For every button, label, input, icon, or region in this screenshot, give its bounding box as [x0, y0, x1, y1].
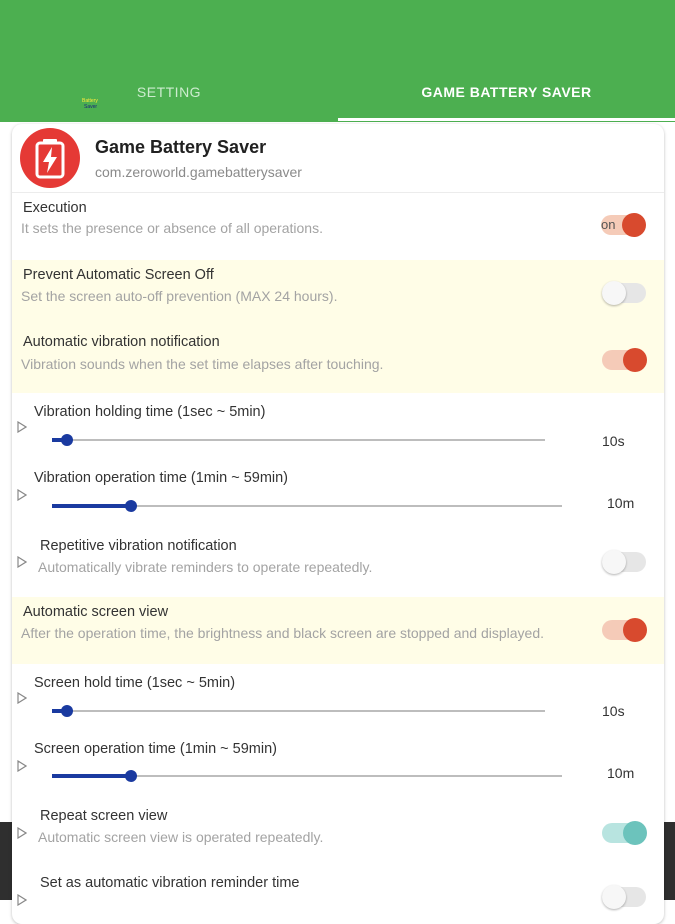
setting-description: Vibration sounds when the set time elaps… — [21, 356, 384, 372]
vibration-holding-slider[interactable] — [52, 432, 545, 448]
vibration-reminder-toggle[interactable] — [602, 884, 646, 910]
setting-title: Screen operation time (1min ~ 59min) — [34, 741, 277, 757]
setting-vibration-operation-time: Vibration operation time (1min ~ 59min) … — [12, 459, 664, 527]
setting-vibration-reminder-time[interactable]: Set as automatic vibration reminder time — [12, 868, 664, 924]
setting-screen-operation-time: Screen operation time (1min ~ 59min) 10m — [12, 730, 664, 798]
expand-arrow-icon[interactable] — [17, 489, 27, 501]
setting-repetitive-vibration[interactable]: Repetitive vibration notification Automa… — [12, 527, 664, 597]
toggle-thumb — [623, 821, 647, 845]
setting-title: Repetitive vibration notification — [40, 538, 237, 554]
slider-thumb[interactable] — [125, 770, 137, 782]
tab-setting[interactable]: SETTING — [0, 62, 338, 122]
setting-title: Screen hold time (1sec ~ 5min) — [34, 675, 236, 691]
setting-title: Set as automatic vibration reminder time — [40, 875, 300, 891]
slider-fill — [52, 774, 131, 778]
slider-value: 10m — [607, 765, 635, 781]
setting-title: Vibration holding time (1sec ~ 5min) — [34, 404, 266, 420]
setting-title: Repeat screen view — [40, 808, 168, 824]
vibration-operation-slider[interactable] — [52, 498, 562, 514]
toggle-thumb — [623, 348, 647, 372]
setting-auto-vibration[interactable]: Automatic vibration notification Vibrati… — [12, 326, 664, 393]
app-header: Game Battery Saver com.zeroworld.gamebat… — [12, 124, 664, 193]
settings-card: Game Battery Saver com.zeroworld.gamebat… — [12, 124, 664, 924]
toggle-on-label: on — [601, 217, 616, 232]
slider-value: 10m — [607, 495, 635, 511]
prevent-screen-off-toggle[interactable] — [602, 280, 646, 306]
setting-repeat-screen-view[interactable]: Repeat screen view Automatic screen view… — [12, 798, 664, 868]
battery-saver-logo: Battery Saver — [82, 98, 108, 112]
tab-game-battery-saver[interactable]: GAME BATTERY SAVER — [338, 62, 675, 122]
toggle-thumb — [623, 618, 647, 642]
expand-arrow-icon[interactable] — [17, 692, 27, 704]
toggle-thumb — [602, 550, 626, 574]
slider-fill — [52, 504, 131, 508]
expand-arrow-icon[interactable] — [17, 760, 27, 772]
setting-vibration-holding-time: Vibration holding time (1sec ~ 5min) 10s — [12, 393, 664, 459]
expand-arrow-icon[interactable] — [17, 827, 27, 839]
setting-description: Set the screen auto-off prevention (MAX … — [21, 288, 338, 304]
battery-charging-icon — [20, 128, 80, 188]
slider-value: 10s — [602, 433, 625, 449]
expand-arrow-icon[interactable] — [17, 421, 27, 433]
app-title: Game Battery Saver — [95, 137, 267, 157]
toggle-thumb — [622, 213, 646, 237]
app-package-name: com.zeroworld.gamebatterysaver — [95, 164, 302, 180]
setting-description: Automatically vibrate reminders to opera… — [38, 559, 373, 575]
setting-description: Automatic screen view is operated repeat… — [38, 829, 324, 845]
tab-bar: SETTING GAME BATTERY SAVER — [0, 62, 675, 122]
repetitive-vibration-toggle[interactable] — [602, 549, 646, 575]
auto-screen-view-toggle[interactable] — [602, 617, 647, 643]
expand-arrow-icon[interactable] — [17, 894, 27, 906]
setting-title: Prevent Automatic Screen Off — [23, 267, 214, 283]
setting-description: It sets the presence or absence of all o… — [21, 220, 323, 236]
setting-description: After the operation time, the brightness… — [21, 625, 544, 641]
setting-screen-hold-time: Screen hold time (1sec ~ 5min) 10s — [12, 664, 664, 730]
slider-value: 10s — [602, 703, 625, 719]
slider-thumb[interactable] — [61, 434, 73, 446]
repeat-screen-view-toggle[interactable] — [602, 820, 647, 846]
logo-text-bottom: Saver — [84, 104, 98, 110]
expand-arrow-icon[interactable] — [17, 556, 27, 568]
setting-execution[interactable]: Execution It sets the presence or absenc… — [12, 193, 664, 260]
setting-title: Automatic vibration notification — [23, 334, 220, 350]
screen-operation-slider[interactable] — [52, 768, 562, 784]
toggle-thumb — [602, 885, 626, 909]
toggle-thumb — [602, 281, 626, 305]
slider-rail — [52, 710, 545, 712]
execution-toggle[interactable]: on — [601, 212, 646, 238]
slider-thumb[interactable] — [61, 705, 73, 717]
slider-thumb[interactable] — [125, 500, 137, 512]
setting-title: Automatic screen view — [23, 604, 169, 620]
slider-rail — [52, 439, 545, 441]
setting-prevent-screen-off[interactable]: Prevent Automatic Screen Off Set the scr… — [12, 260, 664, 326]
setting-auto-screen-view[interactable]: Automatic screen view After the operatio… — [12, 597, 664, 664]
auto-vibration-toggle[interactable] — [602, 347, 647, 373]
setting-title: Execution — [23, 200, 87, 216]
active-tab-indicator — [338, 118, 675, 121]
screen-hold-slider[interactable] — [52, 703, 545, 719]
setting-title: Vibration operation time (1min ~ 59min) — [34, 470, 289, 486]
